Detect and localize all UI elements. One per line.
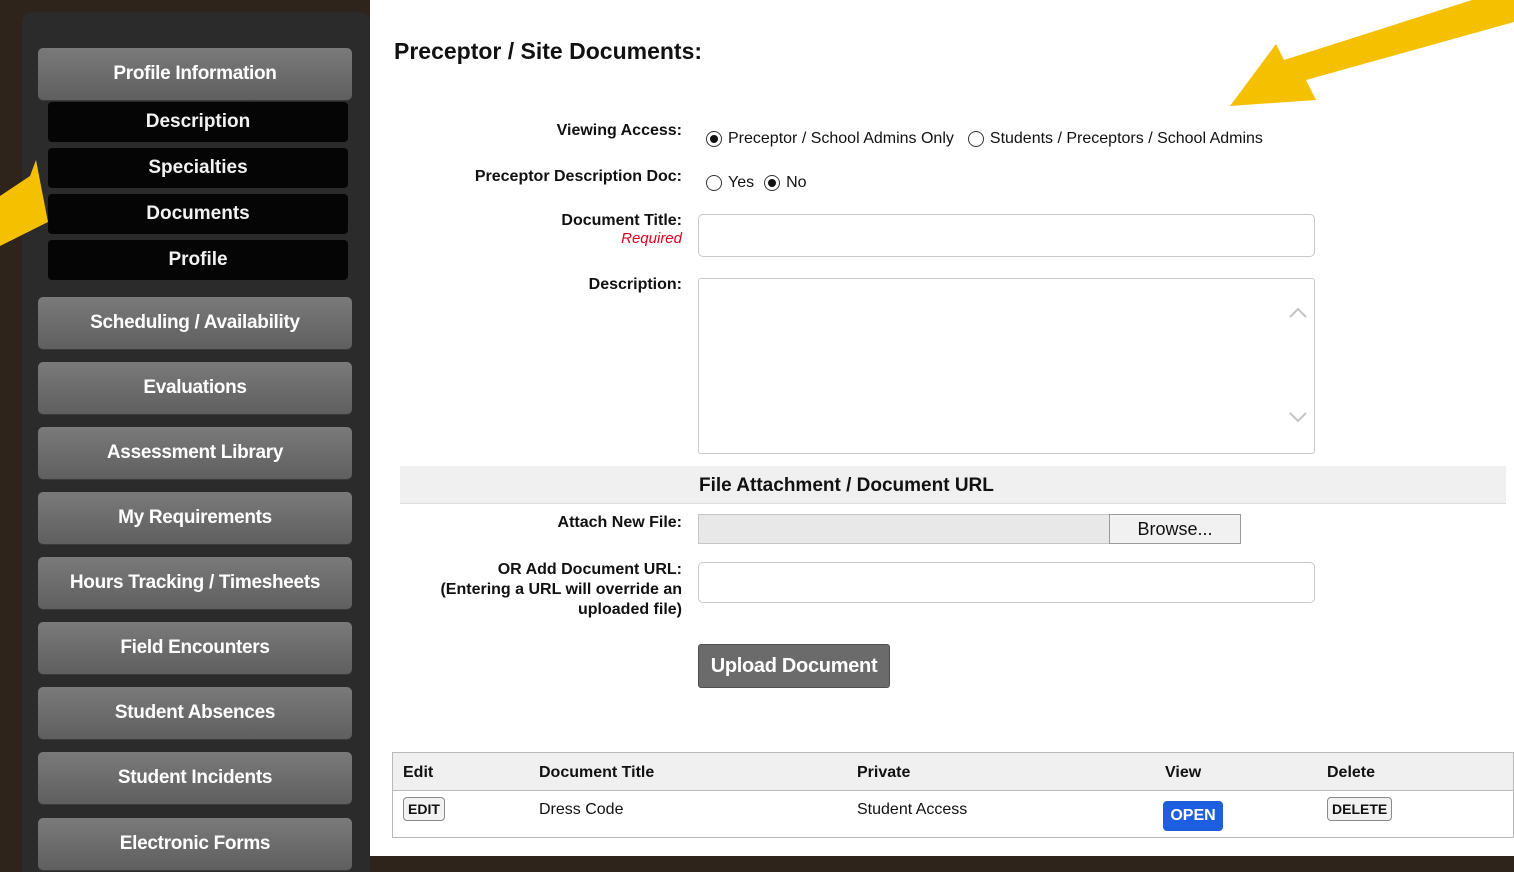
attach-file-label: Attach New File:	[557, 514, 682, 531]
window-frame	[0, 0, 14, 856]
document-url-input[interactable]	[698, 562, 1315, 603]
header-private: Private	[857, 764, 911, 781]
sidebar-item-assessment-library[interactable]: Assessment Library	[38, 427, 352, 479]
sidebar-item-electronic-forms[interactable]: Electronic Forms	[38, 818, 352, 870]
file-attachment-section-header: File Attachment / Document URL	[400, 466, 1506, 504]
main-content: Preceptor / Site Documents: Viewing Acce…	[370, 0, 1514, 856]
radio-no-label: No	[786, 174, 807, 191]
radio-students-preceptors-admins-label: Students / Preceptors / School Admins	[989, 130, 1263, 147]
viewing-access-label: Viewing Access:	[556, 122, 682, 139]
radio-no[interactable]	[764, 175, 781, 191]
document-title-input[interactable]	[698, 214, 1315, 257]
sidebar-item-profile-information[interactable]: Profile Information	[38, 48, 352, 100]
viewing-access-radio-group: Preceptor / School Admins Only Students …	[706, 130, 1263, 148]
sidebar-subitem-description[interactable]: Description	[48, 102, 348, 142]
document-title-label: Document Title: Required	[392, 212, 682, 247]
section-header-text: File Attachment / Document URL	[699, 475, 994, 496]
description-label: Description:	[588, 276, 682, 293]
upload-document-button[interactable]: Upload Document	[698, 644, 890, 688]
sidebar-item-student-absences[interactable]: Student Absences	[38, 687, 352, 739]
description-doc-radio-group: Yes No	[706, 174, 807, 192]
sidebar-item-student-incidents[interactable]: Student Incidents	[38, 752, 352, 804]
header-edit: Edit	[403, 764, 434, 781]
radio-students-preceptors-admins[interactable]	[967, 131, 984, 147]
description-doc-label: Preceptor Description Doc:	[474, 168, 682, 185]
scroll-up-icon[interactable]	[1288, 305, 1308, 319]
sidebar-item-hours-tracking[interactable]: Hours Tracking / Timesheets	[38, 557, 352, 609]
url-label-line3: uploaded file)	[578, 601, 682, 618]
document-url-label: OR Add Document URL: (Entering a URL wil…	[392, 560, 682, 620]
required-indicator: Required	[621, 230, 682, 247]
document-title-label-text: Document Title:	[561, 212, 682, 229]
annotation-arrow-right	[1230, 0, 1514, 106]
radio-yes-label: Yes	[728, 174, 755, 191]
file-path-field[interactable]	[698, 514, 1111, 544]
documents-table: Edit Document Title Private View Delete …	[392, 752, 1514, 838]
header-view: View	[1165, 764, 1202, 781]
browse-button[interactable]: Browse...	[1109, 514, 1241, 544]
sidebar-item-evaluations[interactable]: Evaluations	[38, 362, 352, 414]
edit-button[interactable]: EDIT	[403, 797, 445, 821]
delete-button[interactable]: DELETE	[1327, 797, 1393, 821]
sidebar-item-scheduling[interactable]: Scheduling / Availability	[38, 297, 352, 349]
radio-admins-only-label: Preceptor / School Admins Only	[728, 130, 954, 147]
header-document-title: Document Title	[539, 764, 655, 781]
table-header-row: Edit Document Title Private View Delete	[393, 753, 1513, 791]
description-textarea[interactable]	[698, 278, 1315, 454]
sidebar-item-my-requirements[interactable]: My Requirements	[38, 492, 352, 544]
row-private: Student Access	[857, 801, 968, 818]
open-button[interactable]: OPEN	[1163, 801, 1223, 831]
sidebar-item-field-encounters[interactable]: Field Encounters	[38, 622, 352, 674]
header-delete: Delete	[1327, 764, 1376, 781]
row-document-title: Dress Code	[539, 801, 624, 818]
url-label-line2: (Entering a URL will override an	[440, 581, 682, 598]
page-title: Preceptor / Site Documents:	[394, 38, 703, 64]
sidebar-subitem-specialties[interactable]: Specialties	[48, 148, 348, 188]
annotation-arrow-left	[0, 160, 48, 246]
sidebar: Profile Information Description Specialt…	[22, 12, 370, 872]
scroll-down-icon[interactable]	[1288, 411, 1308, 425]
sidebar-subitem-profile[interactable]: Profile	[48, 240, 348, 280]
radio-yes[interactable]	[706, 175, 722, 191]
sidebar-subitem-documents[interactable]: Documents	[48, 194, 348, 234]
url-label-line1: OR Add Document URL:	[497, 561, 682, 578]
radio-admins-only[interactable]	[706, 131, 722, 147]
